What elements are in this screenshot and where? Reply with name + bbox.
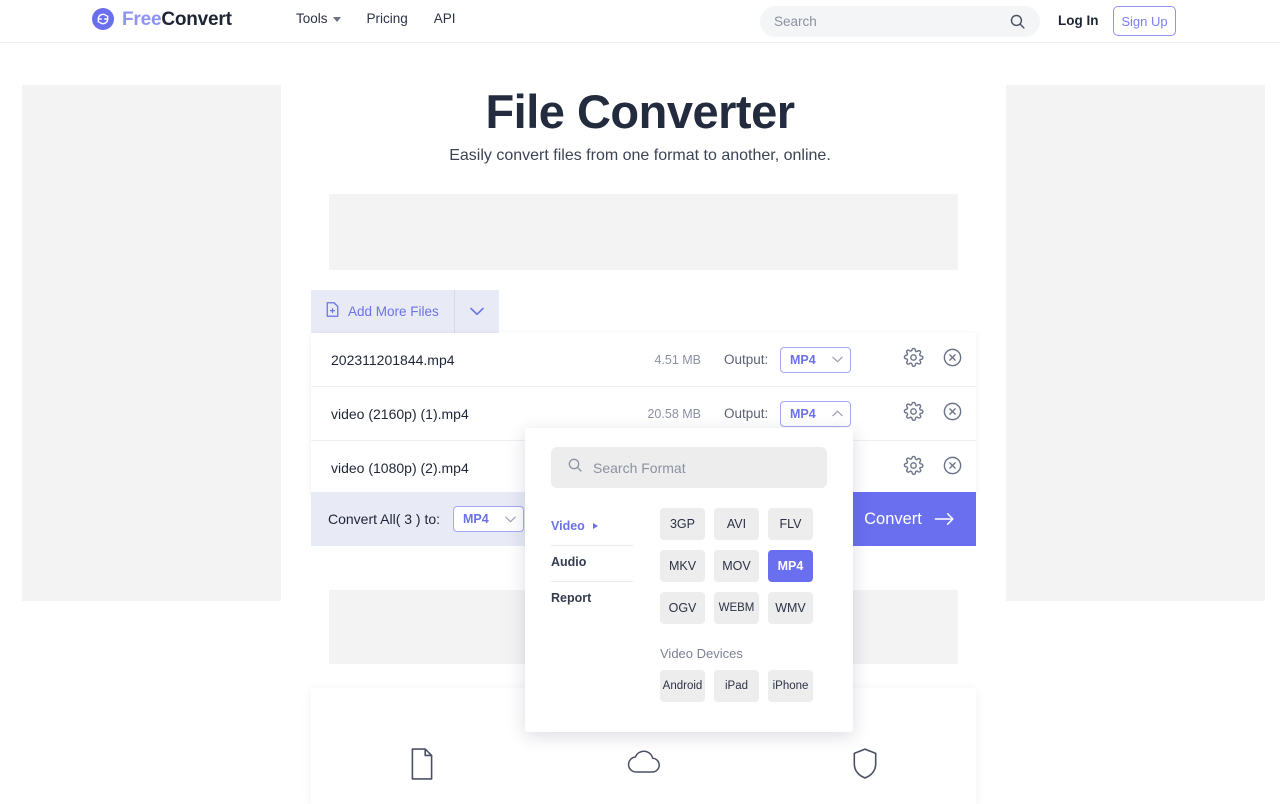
add-more-files-label: Add More Files — [348, 304, 439, 319]
convert-button[interactable]: Convert — [844, 492, 976, 546]
file-name: 202311201844.mp4 — [331, 352, 455, 368]
header-search[interactable] — [760, 6, 1040, 37]
page-subtitle: Easily convert files from one format to … — [0, 147, 1280, 165]
cloud-icon — [627, 748, 661, 779]
format-chip-flv[interactable]: FLV — [768, 508, 813, 540]
format-category-report-label: Report — [551, 591, 591, 605]
video-devices-heading: Video Devices — [660, 646, 815, 661]
output-label: Output: — [724, 406, 768, 421]
output-format-select[interactable]: MP4 — [780, 347, 851, 373]
login-button[interactable]: Log In — [1058, 13, 1099, 28]
file-icon — [409, 748, 435, 785]
device-chip-android[interactable]: Android — [660, 670, 705, 702]
convert-all-label: Convert All( 3 ) to: — [328, 511, 440, 527]
chevron-up-icon — [832, 410, 843, 417]
circle-x-icon[interactable] — [942, 455, 963, 481]
page-title: File Converter — [0, 84, 1280, 139]
shield-icon — [852, 748, 878, 784]
add-more-files-dropdown[interactable] — [455, 290, 499, 333]
device-chip-iphone[interactable]: iPhone — [768, 670, 813, 702]
search-icon — [567, 457, 583, 478]
search-input[interactable] — [774, 14, 1009, 29]
nav-item-api[interactable]: API — [434, 12, 456, 26]
logo-text: FreeConvert — [122, 10, 232, 29]
output-format-value: MP4 — [790, 407, 816, 421]
format-category-video-label: Video — [551, 519, 585, 533]
add-more-files-row: Add More Files — [311, 290, 499, 333]
format-chip-mov[interactable]: MOV — [714, 550, 759, 582]
format-category-audio[interactable]: Audio — [551, 546, 633, 582]
file-size: 4.51 MB — [631, 353, 701, 367]
output-format-value: MP4 — [790, 353, 816, 367]
chevron-down-icon — [832, 356, 843, 363]
feature-item-files — [311, 688, 533, 804]
file-name: video (1080p) (2).mp4 — [331, 460, 469, 476]
search-icon — [1009, 13, 1026, 30]
convert-all-format-select[interactable]: MP4 — [453, 506, 524, 532]
format-dropdown-panel: Video Audio Report 3GP AVI FLV MKV MOV M… — [525, 428, 853, 732]
chevron-down-icon — [505, 516, 516, 523]
device-chip-ipad[interactable]: iPad — [714, 670, 759, 702]
main-nav: Tools Pricing API — [296, 12, 456, 26]
format-category-report[interactable]: Report — [551, 582, 633, 617]
nav-item-pricing-label: Pricing — [367, 12, 408, 26]
format-chip-avi[interactable]: AVI — [714, 508, 759, 540]
circle-x-icon[interactable] — [942, 347, 963, 373]
file-name: video (2160p) (1).mp4 — [331, 406, 469, 422]
arrow-right-icon — [934, 512, 956, 526]
add-more-files-button[interactable]: Add More Files — [311, 290, 455, 333]
signup-button[interactable]: Sign Up — [1113, 6, 1176, 36]
format-chip-ogv[interactable]: OGV — [660, 592, 705, 624]
logo[interactable]: FreeConvert — [92, 8, 232, 30]
format-chip-wmv[interactable]: WMV — [768, 592, 813, 624]
format-chip-webm[interactable]: WEBM — [714, 592, 759, 624]
chevron-right-icon — [593, 523, 598, 529]
format-search[interactable] — [551, 447, 827, 488]
logo-text-convert: Convert — [161, 9, 231, 30]
format-grid: 3GP AVI FLV MKV MOV MP4 OGV WEBM WMV — [660, 508, 815, 624]
nav-item-pricing[interactable]: Pricing — [367, 12, 408, 26]
ad-placeholder-top — [329, 194, 958, 270]
chevron-down-icon — [470, 307, 484, 316]
format-search-input[interactable] — [593, 460, 811, 476]
format-category-video[interactable]: Video — [551, 510, 633, 546]
table-row: 202311201844.mp4 4.51 MB Output: MP4 — [311, 333, 976, 387]
file-plus-icon — [325, 301, 340, 323]
format-category-audio-label: Audio — [551, 555, 586, 569]
gear-icon[interactable] — [903, 401, 924, 427]
convert-all-format-value: MP4 — [463, 512, 489, 526]
circle-x-icon[interactable] — [942, 401, 963, 427]
format-chip-mkv[interactable]: MKV — [660, 550, 705, 582]
site-header: FreeConvert Tools Pricing API Log In Si — [0, 0, 1280, 43]
format-options-area: 3GP AVI FLV MKV MOV MP4 OGV WEBM WMV Vid… — [660, 508, 815, 702]
gear-icon[interactable] — [903, 455, 924, 481]
output-label: Output: — [724, 352, 768, 367]
output-format-select-open[interactable]: MP4 — [780, 401, 851, 427]
gear-icon[interactable] — [903, 347, 924, 373]
app-root: FreeConvert Tools Pricing API Log In Si — [0, 0, 1280, 804]
file-size: 20.58 MB — [631, 407, 701, 421]
nav-item-api-label: API — [434, 12, 456, 26]
format-category-list: Video Audio Report — [551, 510, 633, 617]
format-chip-3gp[interactable]: 3GP — [660, 508, 705, 540]
logo-text-free: Free — [122, 9, 161, 30]
sync-circle-icon — [92, 8, 114, 30]
format-chip-mp4[interactable]: MP4 — [768, 550, 813, 582]
chevron-down-icon — [333, 17, 341, 22]
nav-item-tools[interactable]: Tools — [296, 12, 341, 26]
video-devices-grid: Android iPad iPhone — [660, 670, 815, 702]
nav-item-tools-label: Tools — [296, 12, 328, 26]
convert-button-label: Convert — [864, 510, 922, 529]
